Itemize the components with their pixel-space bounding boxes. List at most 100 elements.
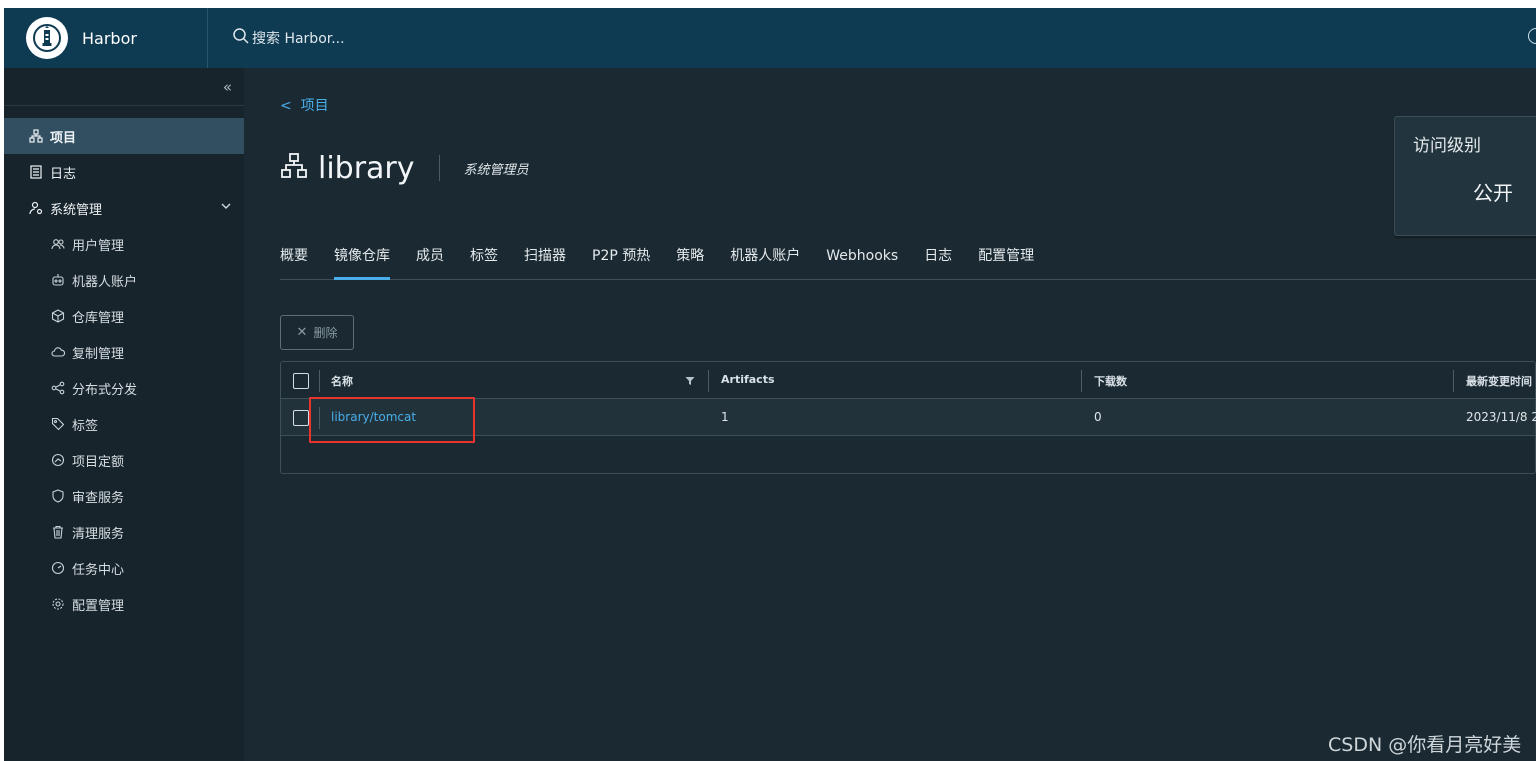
watermark: CSDN @你看月亮好美 xyxy=(1328,734,1522,756)
sidebar-item-users[interactable]: 用户管理 xyxy=(4,226,244,262)
sidebar-item-label: 项目 xyxy=(50,130,77,146)
table-header: 名称 Artifacts 下载数 最新变更时间 xyxy=(281,362,1535,399)
sidebar-item-registries[interactable]: 仓库管理 xyxy=(4,298,244,334)
column-divider xyxy=(1081,370,1082,392)
back-label: 项目 xyxy=(300,98,329,114)
back-to-projects-link[interactable]: < 项目 xyxy=(280,95,329,115)
repository-table: 名称 Artifacts 下载数 最新变更时间 library/tomcat 1… xyxy=(280,361,1536,474)
column-divider xyxy=(319,370,320,392)
robot-icon xyxy=(50,272,66,288)
column-divider xyxy=(708,370,709,392)
table-row: library/tomcat 1 0 2023/11/8 2 xyxy=(281,397,1536,443)
tab-webhooks[interactable]: Webhooks xyxy=(826,244,898,280)
tab-summary[interactable]: 概要 xyxy=(280,244,308,280)
column-header-artifacts[interactable]: Artifacts xyxy=(721,373,775,386)
access-level-card: 访问级别 公开 xyxy=(1394,116,1536,236)
sidebar-item-distribution[interactable]: 分布式分发 xyxy=(4,370,244,406)
sidebar-item-label: 仓库管理 xyxy=(72,310,125,326)
sidebar-item-replication[interactable]: 复制管理 xyxy=(4,334,244,370)
close-icon: ✕ xyxy=(296,325,308,340)
top-header: Harbor 搜索 Harbor... xyxy=(4,8,1536,68)
admin-icon xyxy=(28,200,44,216)
sidebar-item-label: 清理服务 xyxy=(72,526,125,542)
app-window: Harbor 搜索 Harbor... « 项目 日志 系统管理 用户管理 机器… xyxy=(4,8,1536,761)
project-icon xyxy=(280,152,308,184)
trash-icon xyxy=(50,524,66,540)
sidebar: « 项目 日志 系统管理 用户管理 机器人账户 仓库管理 复制管理 分布式分发 … xyxy=(4,68,244,761)
role-label: 系统管理员 xyxy=(463,162,529,178)
tab-robot-accounts[interactable]: 机器人账户 xyxy=(730,244,800,280)
sidebar-item-label: 分布式分发 xyxy=(72,382,138,398)
search-icon xyxy=(232,27,250,49)
sidebar-item-labels[interactable]: 标签 xyxy=(4,406,244,442)
harbor-logo-icon xyxy=(26,17,68,59)
sidebar-item-label: 任务中心 xyxy=(72,562,125,578)
collapse-sidebar-icon[interactable]: « xyxy=(223,78,232,96)
sidebar-item-logs[interactable]: 日志 xyxy=(4,154,244,190)
title-divider xyxy=(438,155,440,181)
update-time: 2023/11/8 2 xyxy=(1466,410,1536,424)
help-icon[interactable] xyxy=(1528,28,1536,44)
column-header-updated[interactable]: 最新变更时间 xyxy=(1466,373,1532,389)
cloud-icon xyxy=(50,344,66,360)
main-content: < 项目 library 系统管理员 访问级别 公开 概要 镜像仓库 成员 标签… xyxy=(244,68,1536,761)
shield-icon xyxy=(50,488,66,504)
access-level-value: 公开 xyxy=(1473,181,1513,205)
pull-count: 0 xyxy=(1094,410,1102,424)
brand[interactable]: Harbor xyxy=(4,8,208,68)
sidebar-item-admin[interactable]: 系统管理 xyxy=(4,190,244,226)
tab-logs[interactable]: 日志 xyxy=(924,244,952,280)
row-checkbox[interactable] xyxy=(293,410,309,426)
access-level-label: 访问级别 xyxy=(1413,136,1481,156)
users-icon xyxy=(50,236,66,252)
page-title: library xyxy=(318,150,415,186)
project-icon xyxy=(28,128,44,144)
sidebar-item-label: 审查服务 xyxy=(72,490,125,506)
delete-label: 删除 xyxy=(313,326,338,340)
column-header-name[interactable]: 名称 xyxy=(331,373,353,389)
global-search[interactable]: 搜索 Harbor... xyxy=(232,8,345,68)
sidebar-item-gc[interactable]: 清理服务 xyxy=(4,514,244,550)
tab-scanner[interactable]: 扫描器 xyxy=(524,244,566,280)
sidebar-item-label: 日志 xyxy=(50,166,77,182)
sidebar-item-robots[interactable]: 机器人账户 xyxy=(4,262,244,298)
project-tabs: 概要 镜像仓库 成员 标签 扫描器 P2P 预热 策略 机器人账户 Webhoo… xyxy=(280,244,1536,280)
sidebar-item-interrogation[interactable]: 审查服务 xyxy=(4,478,244,514)
tag-icon xyxy=(50,416,66,432)
sidebar-item-jobs[interactable]: 任务中心 xyxy=(4,550,244,586)
sidebar-item-label: 机器人账户 xyxy=(72,274,138,290)
chevron-left-icon: < xyxy=(280,98,292,114)
dashboard-icon xyxy=(50,560,66,576)
column-header-pulls[interactable]: 下载数 xyxy=(1094,373,1127,389)
column-divider xyxy=(1453,370,1454,392)
gear-icon xyxy=(50,596,66,612)
sidebar-item-label: 系统管理 xyxy=(50,202,103,218)
tab-repositories[interactable]: 镜像仓库 xyxy=(334,244,390,280)
chevron-down-icon[interactable] xyxy=(220,200,232,216)
artifacts-count: 1 xyxy=(721,410,729,424)
quota-icon xyxy=(50,452,66,468)
filter-icon[interactable] xyxy=(685,376,695,389)
tab-members[interactable]: 成员 xyxy=(416,244,444,280)
sidebar-item-projects[interactable]: 项目 xyxy=(4,118,244,154)
brand-name: Harbor xyxy=(82,28,137,48)
highlight-box xyxy=(309,397,475,443)
sidebar-item-config[interactable]: 配置管理 xyxy=(4,586,244,622)
tab-p2p-preheat[interactable]: P2P 预热 xyxy=(592,244,650,280)
box-icon xyxy=(50,308,66,324)
select-all-checkbox[interactable] xyxy=(293,373,309,389)
tab-policy[interactable]: 策略 xyxy=(676,244,704,280)
search-input[interactable]: 搜索 Harbor... xyxy=(252,28,345,48)
sidebar-item-label: 项目定额 xyxy=(72,454,125,470)
delete-button[interactable]: ✕ 删除 xyxy=(280,315,354,350)
tab-configuration[interactable]: 配置管理 xyxy=(978,244,1034,280)
sidebar-item-label: 复制管理 xyxy=(72,346,125,362)
sidebar-item-quotas[interactable]: 项目定额 xyxy=(4,442,244,478)
sidebar-item-label: 标签 xyxy=(72,418,99,434)
page-title-row: library 系统管理员 xyxy=(280,150,529,186)
sidebar-item-label: 配置管理 xyxy=(72,598,125,614)
log-icon xyxy=(28,164,44,180)
share-icon xyxy=(50,380,66,396)
sidebar-item-label: 用户管理 xyxy=(72,238,125,254)
tab-labels[interactable]: 标签 xyxy=(470,244,498,280)
